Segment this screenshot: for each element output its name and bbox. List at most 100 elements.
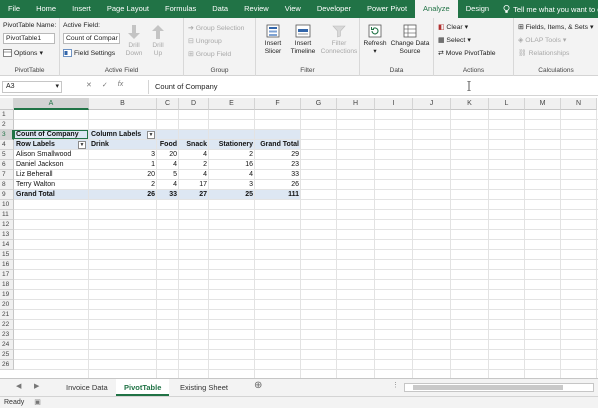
row-header-25[interactable]: 25: [0, 350, 14, 360]
insert-slicer-button[interactable]: Insert Slicer: [260, 24, 286, 56]
options-button[interactable]: Options ▾: [3, 49, 43, 57]
column-header-g[interactable]: G: [301, 98, 337, 110]
row-header-4[interactable]: 4: [0, 140, 14, 150]
horizontal-scrollbar[interactable]: [404, 383, 594, 392]
column-header-f[interactable]: F: [255, 98, 301, 110]
row-header-8[interactable]: 8: [0, 180, 14, 190]
column-header-l[interactable]: L: [489, 98, 525, 110]
clear-label: Clear: [446, 23, 463, 31]
row-header-2[interactable]: 2: [0, 120, 14, 130]
scrollbar-thumb[interactable]: [413, 385, 563, 390]
tab-analyze[interactable]: Analyze: [415, 0, 458, 18]
relationships-button[interactable]: ⛓ Relationships: [518, 49, 569, 58]
move-pivottable-button[interactable]: ⇄ Move PivotTable: [438, 49, 496, 58]
worksheet-grid[interactable]: Count of Company Column Labels ▼ Row Labels…: [0, 98, 598, 378]
enter-icon[interactable]: ✓: [102, 81, 108, 89]
change-data-source-button[interactable]: Change Data Source: [388, 24, 432, 56]
row-header-22[interactable]: 22: [0, 320, 14, 330]
filter-connections-button[interactable]: Filter Connections: [320, 24, 358, 56]
row-labels-filter-button[interactable]: ▼: [78, 141, 86, 149]
column-header-k[interactable]: K: [451, 98, 489, 110]
sheet-tab-existing-sheet[interactable]: Existing Sheet: [172, 379, 236, 396]
chevron-down-icon: ▾: [562, 37, 567, 44]
row-header-15[interactable]: 15: [0, 250, 14, 260]
gridline: [450, 110, 451, 378]
group-selection-button[interactable]: ➔ Group Selection: [188, 24, 244, 33]
column-header-b[interactable]: B: [89, 98, 157, 110]
fx-icon[interactable]: fx: [118, 81, 123, 89]
row-header-26[interactable]: 26: [0, 360, 14, 370]
field-settings-button[interactable]: Field Settings: [63, 49, 115, 57]
column-header-j[interactable]: J: [413, 98, 451, 110]
row-header-13[interactable]: 13: [0, 230, 14, 240]
column-header-i[interactable]: I: [375, 98, 413, 110]
insert-timeline-button[interactable]: Insert Timeline: [288, 24, 318, 56]
row-header-10[interactable]: 10: [0, 200, 14, 210]
scroll-prev-sheet-icon[interactable]: ◀: [16, 382, 21, 390]
row-header-6[interactable]: 6: [0, 160, 14, 170]
pivottable-name-input[interactable]: PivotTable1: [3, 33, 55, 44]
row-header-11[interactable]: 11: [0, 210, 14, 220]
group-label-group: Group: [210, 67, 229, 74]
row-header-18[interactable]: 18: [0, 280, 14, 290]
tab-power-pivot[interactable]: Power Pivot: [359, 0, 415, 18]
tab-review[interactable]: Review: [236, 0, 277, 18]
tab-developer[interactable]: Developer: [309, 0, 359, 18]
tab-design[interactable]: Design: [458, 0, 497, 18]
sheet-tab-pivottable[interactable]: PivotTable: [116, 379, 170, 396]
row-header-24[interactable]: 24: [0, 340, 14, 350]
drill-up-button[interactable]: Drill Up: [147, 24, 169, 58]
row-header-16[interactable]: 16: [0, 260, 14, 270]
column-header-a[interactable]: A: [14, 98, 89, 110]
row-header-14[interactable]: 14: [0, 240, 14, 250]
column-labels-filter-button[interactable]: ▼: [147, 131, 155, 139]
row-header-21[interactable]: 21: [0, 310, 14, 320]
refresh-button[interactable]: Refresh ▾: [362, 24, 388, 56]
select-button[interactable]: ▦ Select ▾: [438, 36, 471, 45]
tab-formulas[interactable]: Formulas: [157, 0, 204, 18]
row-header-3[interactable]: 3: [0, 130, 14, 140]
tell-me-box[interactable]: Tell me what you want to do: [503, 5, 598, 14]
row-header-5[interactable]: 5: [0, 150, 14, 160]
tab-data[interactable]: Data: [204, 0, 236, 18]
tab-home[interactable]: Home: [28, 0, 64, 18]
select-all-corner[interactable]: [0, 98, 14, 110]
sheet-tab-invoice-data[interactable]: Invoice Data: [58, 379, 116, 396]
gridline: [14, 359, 598, 360]
fields-items-sets-button[interactable]: ⊞ Fields, Items, & Sets ▾: [518, 23, 593, 32]
row-header-20[interactable]: 20: [0, 300, 14, 310]
group-field-button[interactable]: ⊞ Group Field: [188, 50, 231, 59]
olap-icon: ◈: [518, 37, 524, 44]
tab-insert[interactable]: Insert: [64, 0, 99, 18]
ungroup-button[interactable]: ⊟ Ungroup: [188, 37, 222, 46]
column-header-n[interactable]: N: [561, 98, 597, 110]
add-sheet-icon[interactable]: ⊕: [254, 380, 262, 391]
row-header-19[interactable]: 19: [0, 290, 14, 300]
more-options-icon[interactable]: ⋮: [392, 381, 399, 389]
name-box[interactable]: A3 ▾: [2, 81, 62, 93]
olap-tools-button[interactable]: ◈ OLAP Tools ▾: [518, 36, 567, 45]
row-header-1[interactable]: 1: [0, 110, 14, 120]
drill-down-button[interactable]: Drill Down: [123, 24, 145, 58]
cancel-icon[interactable]: ✕: [86, 81, 92, 89]
clear-button[interactable]: ◧ Clear ▾: [438, 23, 468, 32]
column-header-e[interactable]: E: [209, 98, 255, 110]
macro-record-icon[interactable]: ▣: [34, 399, 41, 406]
row-header-9[interactable]: 9: [0, 190, 14, 200]
column-header-h[interactable]: H: [337, 98, 375, 110]
arrow-right-icon: ➔: [188, 25, 194, 32]
scroll-next-sheet-icon[interactable]: ▶: [34, 382, 39, 390]
tab-file[interactable]: File: [0, 0, 28, 18]
tab-view[interactable]: View: [277, 0, 309, 18]
active-field-input[interactable]: Count of Compar: [63, 33, 120, 44]
formula-input[interactable]: Count of Company: [148, 80, 596, 94]
group-label-actions: Actions: [462, 67, 485, 74]
tab-page-layout[interactable]: Page Layout: [99, 0, 157, 18]
column-header-c[interactable]: C: [157, 98, 179, 110]
row-header-7[interactable]: 7: [0, 170, 14, 180]
column-header-m[interactable]: M: [525, 98, 561, 110]
row-header-23[interactable]: 23: [0, 330, 14, 340]
row-header-17[interactable]: 17: [0, 270, 14, 280]
row-header-12[interactable]: 12: [0, 220, 14, 230]
column-header-d[interactable]: D: [179, 98, 209, 110]
